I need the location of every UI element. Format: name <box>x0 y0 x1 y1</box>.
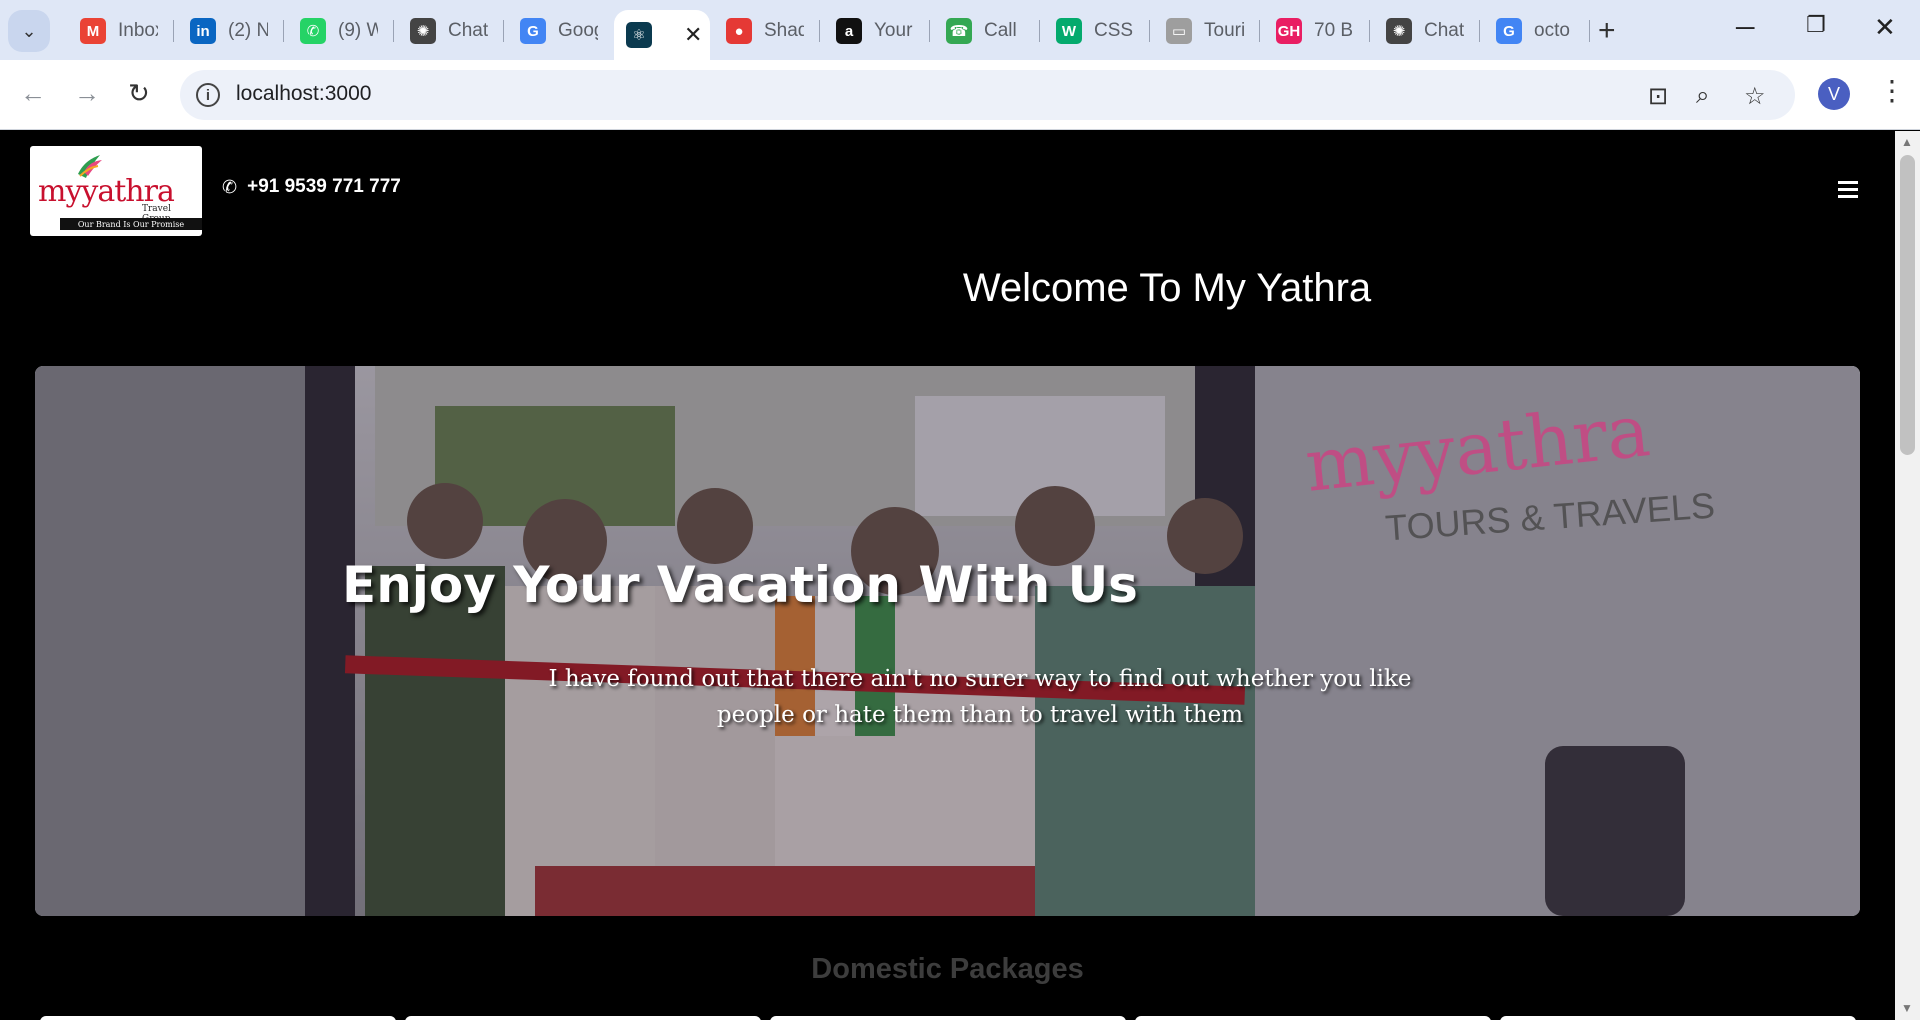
record-icon: ● <box>726 18 752 44</box>
zoom-icon[interactable]: ⌕ <box>1696 82 1709 110</box>
contact-phone[interactable]: ✆ +91 9539 771 777 <box>222 176 401 198</box>
tab-title: Chat <box>1424 20 1464 41</box>
tab-search-button[interactable]: ⌄ <box>8 10 50 52</box>
minimize-button[interactable]: ─ <box>1736 12 1754 43</box>
package-card[interactable] <box>770 1016 1126 1020</box>
scrollbar-thumb[interactable] <box>1900 155 1915 455</box>
tab-title: Goog <box>558 20 598 41</box>
scroll-up-arrow[interactable]: ▲ <box>1901 135 1913 149</box>
welcome-heading: Welcome To My Yathra <box>962 266 1372 310</box>
reload-button[interactable]: ↻ <box>128 78 150 109</box>
tab-title: octo <box>1534 20 1570 41</box>
site-logo[interactable]: myyathra Travel Group Our Brand Is Our P… <box>30 146 202 236</box>
browser-tab[interactable]: ▭ Touri <box>1150 10 1260 52</box>
whatsapp-icon: ✆ <box>300 18 326 44</box>
close-window-button[interactable]: ✕ <box>1874 12 1896 43</box>
w3schools-icon: W <box>1056 18 1082 44</box>
phone-icon: ✆ <box>222 176 238 197</box>
scroll-down-arrow[interactable]: ▼ <box>1901 1001 1913 1015</box>
google-icon: G <box>1496 18 1522 44</box>
install-app-icon[interactable]: ⊡ <box>1648 82 1668 111</box>
browser-tab[interactable]: ✺ Chat <box>1370 10 1480 52</box>
browser-tab[interactable]: W CSS <box>1040 10 1150 52</box>
tab-title: Chat <box>448 20 488 41</box>
page-scrollbar[interactable]: ▲ ▼ <box>1895 131 1920 1020</box>
browser-menu-icon[interactable]: ⋮ <box>1878 74 1906 107</box>
tab-title: Touri <box>1204 20 1244 41</box>
chevron-down-icon: ⌄ <box>21 20 37 41</box>
browser-tab[interactable]: Gocto <box>1480 10 1590 52</box>
hero-quote: I have found out that there ain't no sur… <box>548 666 1412 728</box>
tab-title: Inbox <box>118 20 158 41</box>
hero-banner: myyathra TOURS & TRAVELS Enjoy Your Vaca… <box>35 366 1860 916</box>
url-text[interactable]: localhost:3000 <box>236 82 371 106</box>
browser-toolbar: ← → ↻ i localhost:3000 ⊡ ⌕ ☆ V ⋮ <box>0 60 1920 130</box>
package-cards <box>40 1016 1870 1020</box>
browser-tab[interactable]: ● Shad <box>710 10 820 52</box>
tab-title: (9) W <box>338 20 378 41</box>
phone-number: +91 9539 771 777 <box>247 176 401 197</box>
hamburger-menu-icon[interactable] <box>1838 181 1858 202</box>
package-card[interactable] <box>405 1016 761 1020</box>
section-title: Domestic Packages <box>811 953 1084 985</box>
browser-tab[interactable]: GH 70 B <box>1260 10 1370 52</box>
profile-avatar[interactable]: V <box>1818 78 1850 110</box>
chatgpt-icon: ✺ <box>410 18 436 44</box>
back-button[interactable]: ← <box>20 78 46 109</box>
restore-button[interactable]: ❐ <box>1806 12 1826 38</box>
tab-title: 70 B <box>1314 20 1354 41</box>
browser-tab[interactable]: G Goog <box>504 10 614 52</box>
browser-tab[interactable]: ✺ Chat <box>394 10 504 52</box>
tab-title: CSS <box>1094 20 1134 41</box>
hero-heading: Enjoy Your Vacation With Us <box>342 556 1138 614</box>
browser-tab[interactable]: ⚛ ✕ <box>614 10 710 60</box>
forward-button[interactable]: → <box>74 78 100 109</box>
bookmark-star-icon[interactable]: ☆ <box>1744 82 1766 111</box>
tab-title: (2) N <box>228 20 268 41</box>
amazon-icon: a <box>836 18 862 44</box>
linkedin-icon: in <box>190 18 216 44</box>
css-icon: ▭ <box>1166 18 1192 44</box>
browser-tab[interactable]: ☎ Call <box>930 10 1040 52</box>
address-bar[interactable]: i localhost:3000 ⊡ ⌕ ☆ <box>180 70 1795 120</box>
tab-title: Shad <box>764 20 804 41</box>
new-tab-button[interactable]: + <box>1598 14 1616 48</box>
browser-tab[interactable]: a Your <box>820 10 930 52</box>
browser-tab-bar: ⌄ MInboxin(2) N✆(9) W✺ChatGGoog⚛✕●ShadaY… <box>0 0 1920 60</box>
google-translate-icon: G <box>520 18 546 44</box>
browser-tab[interactable]: in (2) N <box>174 10 284 52</box>
package-card[interactable] <box>1135 1016 1491 1020</box>
tab-title: Your <box>874 20 913 41</box>
gh-icon: GH <box>1276 18 1302 44</box>
chatgpt-icon: ✺ <box>1386 18 1412 44</box>
site-info-icon[interactable]: i <box>196 83 220 107</box>
close-tab-icon[interactable]: ✕ <box>684 22 702 48</box>
package-card[interactable] <box>1500 1016 1856 1020</box>
react-icon: ⚛ <box>626 22 652 48</box>
tab-title: Call <box>984 20 1017 41</box>
browser-tab[interactable]: M Inbox <box>64 10 174 52</box>
package-card[interactable] <box>40 1016 396 1020</box>
browser-tab[interactable]: ✆ (9) W <box>284 10 394 52</box>
gmail-icon: M <box>80 18 106 44</box>
logo-tagline: Our Brand Is Our Promise <box>60 218 202 230</box>
web-page: myyathra Travel Group Our Brand Is Our P… <box>0 131 1895 1020</box>
call-icon: ☎ <box>946 18 972 44</box>
tab-separator <box>1589 20 1590 42</box>
